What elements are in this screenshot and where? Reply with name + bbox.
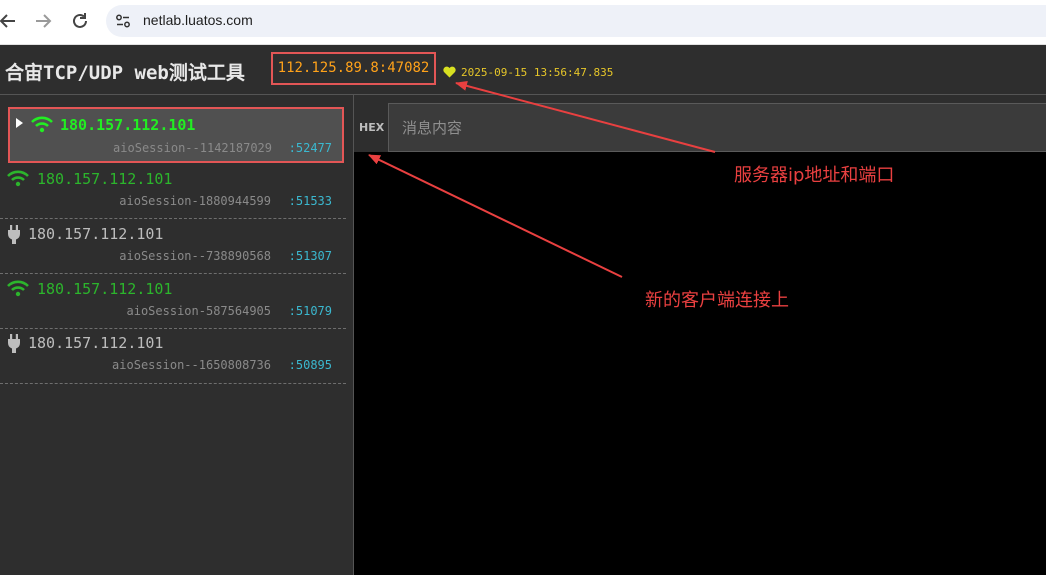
message-input[interactable]: [388, 103, 1046, 152]
client-item[interactable]: 180.157.112.101 aioSession--738890568 :5…: [0, 220, 346, 274]
address-bar[interactable]: netlab.luatos.com: [106, 5, 1046, 37]
client-session: aioSession--738890568: [119, 249, 271, 263]
client-session: aioSession-1880944599: [119, 194, 271, 208]
server-address: 112.125.89.8:47082: [271, 52, 436, 85]
app-title: 合宙TCP/UDP web测试工具: [5, 62, 245, 84]
client-session: aioSession--1650808736: [112, 358, 271, 372]
client-item[interactable]: 180.157.112.101 aioSession-587564905 :51…: [0, 275, 346, 329]
back-icon[interactable]: [0, 10, 19, 32]
app-header: 合宙TCP/UDP web测试工具 112.125.89.8:47082 202…: [0, 45, 1046, 95]
forward-icon[interactable]: [32, 10, 54, 32]
client-ip: 180.157.112.101: [37, 280, 173, 298]
reload-icon[interactable]: [69, 10, 91, 32]
wifi-icon: [7, 280, 29, 297]
site-settings-icon[interactable]: [115, 13, 131, 29]
client-port: :51307: [288, 249, 332, 263]
message-panel: HEX: [354, 95, 1046, 575]
message-log: [354, 152, 1046, 575]
client-session: aioSession--1142187029: [113, 141, 272, 155]
message-bar: HEX: [354, 95, 1046, 152]
server-annotation: 服务器ip地址和端口: [734, 165, 895, 186]
client-item[interactable]: 180.157.112.101 aioSession-1880944599 :5…: [0, 165, 346, 219]
client-ip: 180.157.112.101: [28, 334, 164, 352]
browser-toolbar: netlab.luatos.com: [0, 0, 1046, 45]
url-text[interactable]: netlab.luatos.com: [143, 12, 253, 28]
client-item[interactable]: 180.157.112.101 aioSession--1142187029 :…: [8, 107, 344, 163]
client-port: :52477: [288, 141, 332, 155]
client-ip: 180.157.112.101: [28, 225, 164, 243]
client-port: :51533: [288, 194, 332, 208]
new-client-annotation: 新的客户端连接上: [645, 290, 789, 311]
wifi-icon: [7, 170, 29, 187]
client-item[interactable]: 180.157.112.101 aioSession--1650808736 :…: [0, 330, 346, 384]
client-ip: 180.157.112.101: [37, 170, 173, 188]
client-port: :50895: [288, 358, 332, 372]
caret-right-icon: [16, 118, 23, 128]
client-list: 180.157.112.101 aioSession--1142187029 :…: [0, 95, 354, 575]
hex-toggle[interactable]: HEX: [359, 121, 384, 134]
client-session: aioSession-587564905: [126, 304, 272, 318]
wifi-icon: [31, 116, 53, 133]
plug-icon: [8, 334, 20, 353]
client-port: :51079: [288, 304, 332, 318]
app-window: 合宙TCP/UDP web测试工具 112.125.89.8:47082 202…: [0, 45, 1046, 575]
heart-icon: [443, 66, 456, 78]
server-time: 2025-09-15 13:56:47.835: [461, 66, 614, 79]
plug-icon: [8, 225, 20, 244]
client-ip: 180.157.112.101: [60, 116, 196, 134]
